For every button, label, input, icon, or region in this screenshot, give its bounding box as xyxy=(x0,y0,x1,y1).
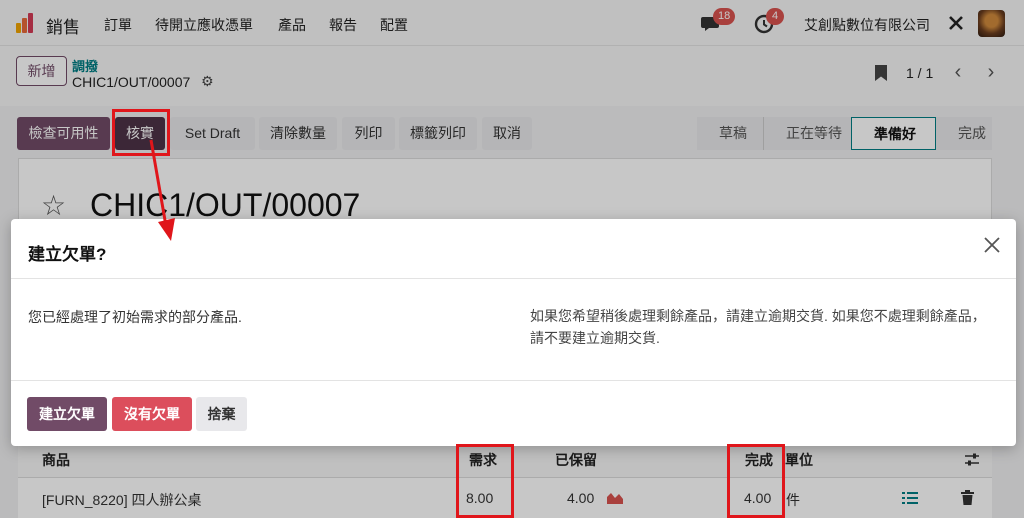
annotation-arrow-icon xyxy=(149,139,175,241)
